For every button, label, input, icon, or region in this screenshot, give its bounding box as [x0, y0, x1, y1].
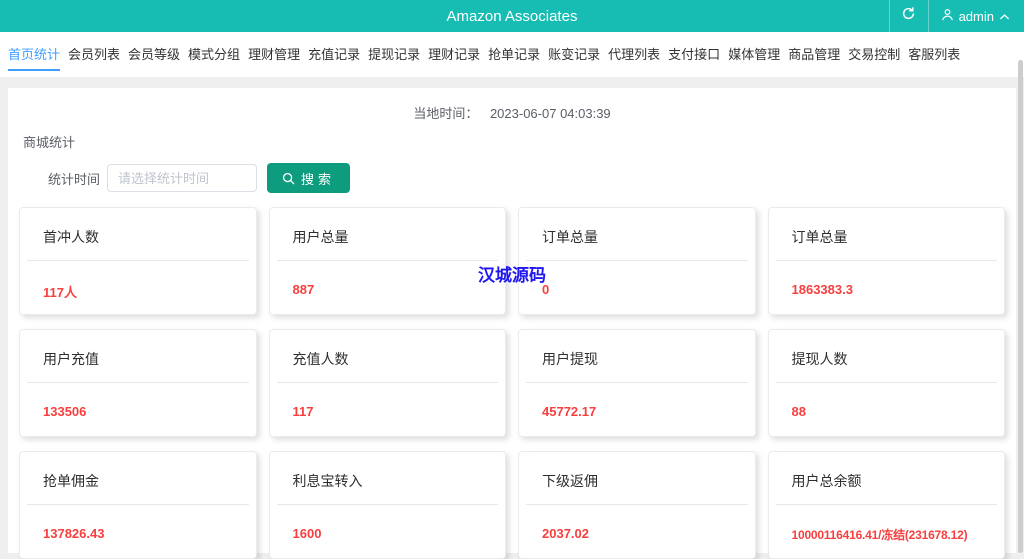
nav-tabs: 首页统计 会员列表 会员等级 模式分组 理财管理 充值记录 提现记录 理财记录 抢单记录 账变记录… — [0, 32, 1024, 77]
nav-tab-finance-records[interactable]: 理财记录 — [428, 32, 480, 71]
stat-card-11: 用户总余额 10000116416.41/冻结(231678.12) — [767, 451, 1005, 559]
app-title: Amazon Associates — [446, 7, 578, 25]
filter-row: 统计时间 搜索 — [8, 163, 1016, 193]
stat-card-title: 提现人数 — [791, 351, 848, 367]
refresh-button[interactable] — [888, 0, 929, 32]
search-icon — [282, 172, 295, 185]
stat-card-title: 充值人数 — [292, 351, 349, 367]
stat-card-title: 用户提现 — [542, 351, 598, 367]
stat-card-divider — [276, 260, 498, 261]
vertical-scrollbar[interactable] — [1018, 60, 1023, 553]
nav-tab-balance-change-records[interactable]: 账变记录 — [548, 32, 600, 71]
search-button-label: 搜索 — [301, 171, 336, 187]
user-menu[interactable]: admin — [929, 0, 1024, 32]
stat-card-title: 抢单佣金 — [43, 473, 99, 489]
stat-card-divider — [27, 260, 249, 261]
top-header: Amazon Associates admin — [0, 0, 1024, 32]
chevron-up-icon — [999, 9, 1010, 24]
nav-tab-service-list[interactable]: 客服列表 — [908, 32, 960, 71]
stat-card-1: 用户总量 887 — [268, 207, 506, 315]
stat-card-value: 887 — [292, 282, 315, 297]
nav-tab-member-list[interactable]: 会员列表 — [68, 32, 120, 71]
nav-tab-home-stats[interactable]: 首页统计 — [8, 32, 61, 71]
stat-card-title: 用户充值 — [43, 351, 99, 367]
stat-card-10: 下级返佣 2037.02 — [518, 451, 756, 559]
nav-tab-payment-api[interactable]: 支付接口 — [668, 32, 720, 71]
stat-card-title: 首冲人数 — [43, 229, 99, 245]
nav-tab-mode-group[interactable]: 模式分组 — [188, 32, 240, 71]
stat-card-value: 45772.17 — [542, 404, 597, 419]
stat-card-3: 订单总量 1863383.3 — [767, 207, 1005, 315]
stat-card-5: 充值人数 117 — [268, 329, 506, 437]
stat-card-6: 用户提现 45772.17 — [518, 329, 756, 437]
stat-card-9: 利息宝转入 1600 — [268, 451, 506, 559]
stat-card-value: 1863383.3 — [791, 282, 853, 297]
nav-tab-agent-list[interactable]: 代理列表 — [608, 32, 660, 71]
stat-card-divider — [526, 382, 748, 383]
stat-card-divider — [526, 504, 748, 505]
refresh-icon — [901, 6, 916, 26]
stat-card-value: 2037.02 — [542, 526, 589, 541]
stat-card-value: 137826.43 — [43, 526, 105, 541]
nav-tab-trade-control[interactable]: 交易控制 — [848, 32, 900, 71]
stat-card-divider — [276, 504, 498, 505]
stat-card-title: 用户总量 — [292, 229, 349, 245]
stat-card-2: 订单总量 0 — [518, 207, 756, 315]
local-time-value: 2023-06-07 04:03:39 — [489, 106, 611, 121]
stats-card-grid: 首冲人数 117人 用户总量 887 订单总量 0 订单总量 1863383.3 用户充值 133… — [19, 207, 1005, 559]
stat-card-value: 88 — [791, 404, 806, 419]
stat-card-4: 用户充值 133506 — [19, 329, 257, 437]
stat-card-title: 订单总量 — [542, 229, 598, 245]
section-title: 商城统计 — [23, 135, 76, 150]
stat-card-7: 提现人数 88 — [767, 329, 1005, 437]
stat-card-divider — [775, 382, 997, 383]
stat-card-divider — [276, 382, 498, 383]
stat-card-title: 用户总余额 — [791, 473, 862, 489]
user-icon — [941, 8, 954, 24]
stat-card-divider — [27, 504, 249, 505]
nav-tab-recharge-records[interactable]: 充值记录 — [308, 32, 360, 71]
stat-card-value: 0 — [542, 282, 550, 297]
header-controls: admin — [888, 0, 1024, 32]
stat-card-divider — [27, 382, 249, 383]
stat-card-title: 订单总量 — [791, 229, 848, 245]
stat-card-value: 10000116416.41/冻结(231678.12) — [791, 528, 968, 542]
stat-card-value: 117人 — [43, 285, 77, 300]
time-filter-input[interactable] — [107, 164, 257, 192]
nav-tab-product-mgmt[interactable]: 商品管理 — [788, 32, 840, 71]
stat-card-divider — [775, 260, 997, 261]
stat-card-divider — [775, 504, 997, 505]
nav-tab-order-grab-records[interactable]: 抢单记录 — [488, 32, 540, 71]
user-name: admin — [958, 8, 994, 24]
local-time-label: 当地时间： — [413, 106, 479, 121]
search-button[interactable]: 搜索 — [267, 163, 351, 193]
stat-card-0: 首冲人数 117人 — [19, 207, 257, 315]
nav-tab-member-level[interactable]: 会员等级 — [128, 32, 180, 71]
nav-tab-withdraw-records[interactable]: 提现记录 — [368, 32, 420, 71]
local-time: 当地时间： 2023-06-07 04:03:39 — [8, 88, 1016, 122]
stat-card-value: 117 — [292, 404, 314, 419]
time-filter-label: 统计时间 — [47, 171, 100, 187]
main-panel: 当地时间： 2023-06-07 04:03:39 商城统计 统计时间 搜索 首… — [8, 88, 1016, 559]
nav-tab-finance-mgmt[interactable]: 理财管理 — [248, 32, 300, 71]
stat-card-value: 133506 — [43, 404, 87, 419]
stat-card-title: 下级返佣 — [542, 473, 598, 489]
nav-tab-media-mgmt[interactable]: 媒体管理 — [728, 32, 780, 71]
stat-card-8: 抢单佣金 137826.43 — [19, 451, 257, 559]
stat-card-divider — [526, 260, 748, 261]
stat-card-title: 利息宝转入 — [292, 473, 363, 489]
stat-card-value: 1600 — [292, 526, 322, 541]
